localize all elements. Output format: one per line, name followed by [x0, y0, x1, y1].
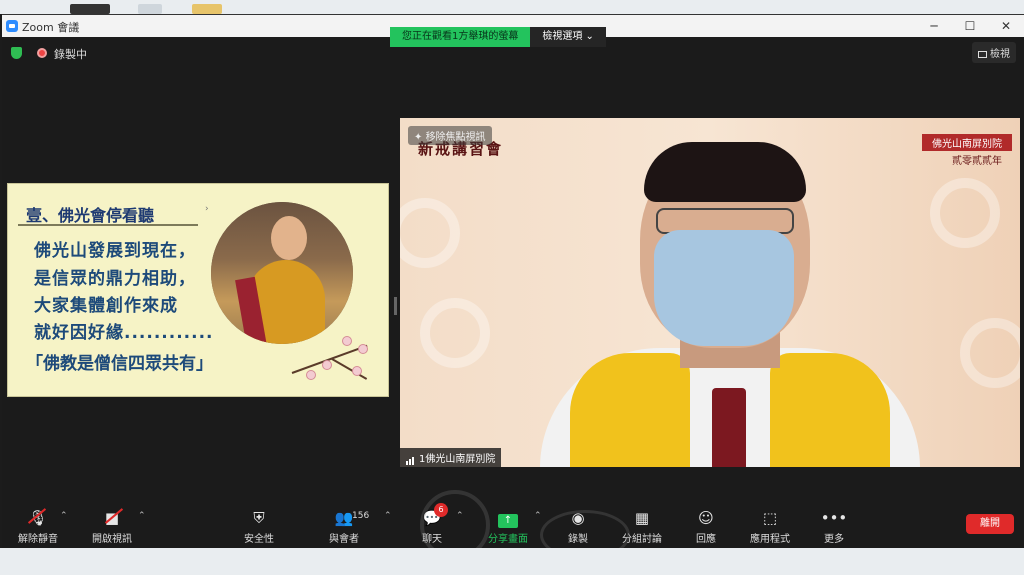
maximize-icon[interactable]: ☐: [952, 15, 988, 37]
slide-line: 就好因好緣............: [34, 323, 214, 343]
reactions-button[interactable]: ☺ 回應: [676, 507, 736, 545]
microphone-muted-icon: 🎙: [28, 509, 48, 527]
smiley-icon: ☺: [698, 509, 714, 527]
desktop-background: [0, 0, 1024, 14]
meeting-window: Zoom 會議 ─ ☐ ✕ 您正在觀看1方舉琪的螢幕 檢視選項 ⌄ 錄製中 檢視…: [2, 14, 1024, 548]
chat-icon: 💬: [422, 509, 442, 527]
breakout-rooms-button[interactable]: ▦ 分組討論: [612, 507, 672, 545]
security-button[interactable]: ⛨ 安全性: [229, 507, 289, 545]
remove-focus-button[interactable]: ✦ 移除焦點視訊: [408, 126, 492, 145]
temple-banner: 佛光山南屏別院: [922, 134, 1012, 151]
arrow-icon: ›: [205, 204, 209, 214]
desktop-thumb: [138, 4, 162, 14]
chevron-up-icon[interactable]: ⌃: [138, 511, 146, 521]
chevron-up-icon[interactable]: ⌃: [534, 511, 542, 521]
minimize-icon[interactable]: ─: [916, 15, 952, 37]
slide-line: 大家集體創作來成: [34, 296, 178, 316]
apps-button[interactable]: ⬚ 應用程式: [740, 507, 800, 545]
plum-blossom-decoration: [291, 332, 382, 392]
zoom-logo-icon: [6, 20, 18, 32]
desktop-thumb: [70, 4, 110, 14]
master-portrait: [211, 202, 353, 344]
video-off-icon: ■: [104, 509, 120, 527]
shared-slide: 壹、佛光會停看聽 › 佛光山發展到現在， 是信眾的鼎力相助， 大家集體創作來成 …: [7, 183, 389, 397]
speaker: [540, 138, 920, 467]
pin-icon: ✦: [414, 132, 426, 143]
grid-icon: [978, 50, 987, 58]
chevron-up-icon[interactable]: ⌃: [456, 511, 464, 521]
participant-name-label: 1佛光山南屏別院: [400, 448, 502, 467]
desktop-thumb: [192, 4, 222, 14]
view-button[interactable]: 檢視: [972, 42, 1016, 63]
more-button[interactable]: ••• 更多: [804, 507, 864, 545]
splitter-handle[interactable]: [394, 297, 397, 315]
apps-icon: ⬚: [762, 509, 778, 527]
share-screen-button[interactable]: ↑ 分享畫面: [478, 507, 538, 545]
chat-badge: 6: [434, 503, 448, 517]
record-icon: [37, 48, 47, 58]
chevron-up-icon[interactable]: ⌃: [60, 511, 68, 521]
shield-icon[interactable]: [11, 47, 22, 59]
desktop-background: [0, 548, 1024, 575]
chevron-up-icon[interactable]: ⌃: [384, 511, 392, 521]
close-icon[interactable]: ✕: [988, 15, 1024, 37]
chat-button[interactable]: 💬 6 聊天: [402, 503, 462, 545]
share-status: 您正在觀看1方舉琪的螢幕: [390, 27, 531, 47]
year-label: 貳零貳貳年: [952, 156, 1002, 167]
slide-heading: 壹、佛光會停看聽: [26, 206, 155, 225]
slide-line: 是信眾的鼎力相助，: [34, 269, 196, 289]
signal-icon: [406, 454, 415, 465]
grid-icon: ▦: [634, 509, 650, 527]
participant-count: 156: [352, 511, 370, 521]
screen-share-banner: 您正在觀看1方舉琪的螢幕 檢視選項 ⌄: [390, 27, 606, 47]
zoom-app: Zoom 會議 ─ ☐ ✕ 您正在觀看1方舉琪的螢幕 檢視選項 ⌄ 錄製中 檢視…: [0, 0, 1024, 575]
window-title: Zoom 會議: [22, 21, 80, 34]
participants-button[interactable]: 👥 156 與會者: [314, 507, 374, 545]
shield-icon: ⛨: [253, 509, 265, 527]
more-icon: •••: [820, 509, 848, 527]
start-video-button[interactable]: ■ 開啟視訊: [82, 507, 142, 545]
recording-label: 錄製中: [54, 48, 87, 61]
share-screen-icon: ↑: [478, 507, 538, 529]
record-icon: ◉: [571, 509, 585, 527]
heading-underline: [18, 224, 198, 226]
record-button[interactable]: ◉ 錄製: [548, 507, 608, 545]
slide-quote: 「佛教是僧信四眾共有」: [26, 354, 213, 374]
unmute-button[interactable]: 🎙 解除靜音: [8, 507, 68, 545]
meeting-toolbar: 🎙 解除靜音 ⌃ ■ 開啟視訊 ⌃ ⛨ 安全性 👥 156 與會者 ⌃ 💬 6: [2, 503, 1024, 549]
view-options-button[interactable]: 檢視選項 ⌄: [530, 27, 606, 47]
speaker-video[interactable]: 新戒講習會 ✦ 移除焦點視訊 佛光山南屏別院 貳零貳貳年 1佛光山南屏別院: [400, 118, 1020, 467]
leave-button[interactable]: 離開: [966, 514, 1014, 534]
slide-line: 佛光山發展到現在，: [34, 241, 196, 261]
